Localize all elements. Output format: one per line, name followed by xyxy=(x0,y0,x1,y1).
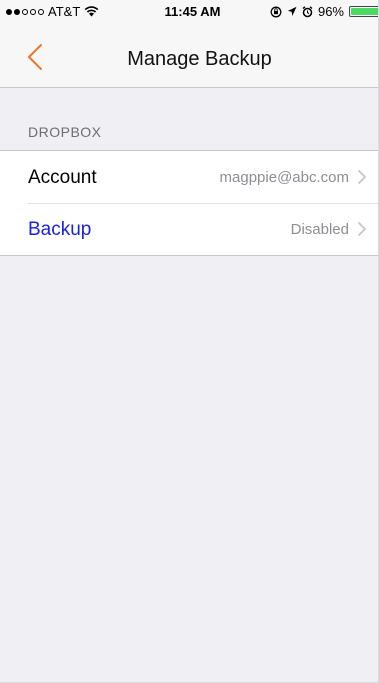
backup-label: Backup xyxy=(28,219,92,240)
backup-value: Disabled xyxy=(290,221,349,238)
section-header-dropbox: DROPBOX xyxy=(28,124,102,140)
status-bar: AT&T 11:45 AM 96% xyxy=(0,0,378,22)
battery-fill xyxy=(351,8,378,15)
screen-rotation-lock-icon xyxy=(270,6,282,17)
page-title: Manage Backup xyxy=(127,48,272,70)
battery-icon xyxy=(349,6,378,17)
chevron-right-icon xyxy=(358,170,366,184)
chevron-right-icon xyxy=(358,222,366,236)
status-right: 96% xyxy=(270,4,378,19)
settings-list: Account magppie@abc.com Backup Disabled xyxy=(0,150,378,256)
navigation-bar: Manage Backup xyxy=(0,22,378,88)
location-arrow-icon xyxy=(287,6,297,16)
app-screen: AT&T 11:45 AM 96% Manage Backup DROPBOX … xyxy=(0,0,379,683)
account-row[interactable]: Account magppie@abc.com xyxy=(0,151,378,203)
account-value: magppie@abc.com xyxy=(219,169,349,186)
alarm-icon xyxy=(302,5,313,17)
battery-percent: 96% xyxy=(317,4,344,19)
account-label: Account xyxy=(28,167,97,188)
backup-row[interactable]: Backup Disabled xyxy=(0,203,378,255)
